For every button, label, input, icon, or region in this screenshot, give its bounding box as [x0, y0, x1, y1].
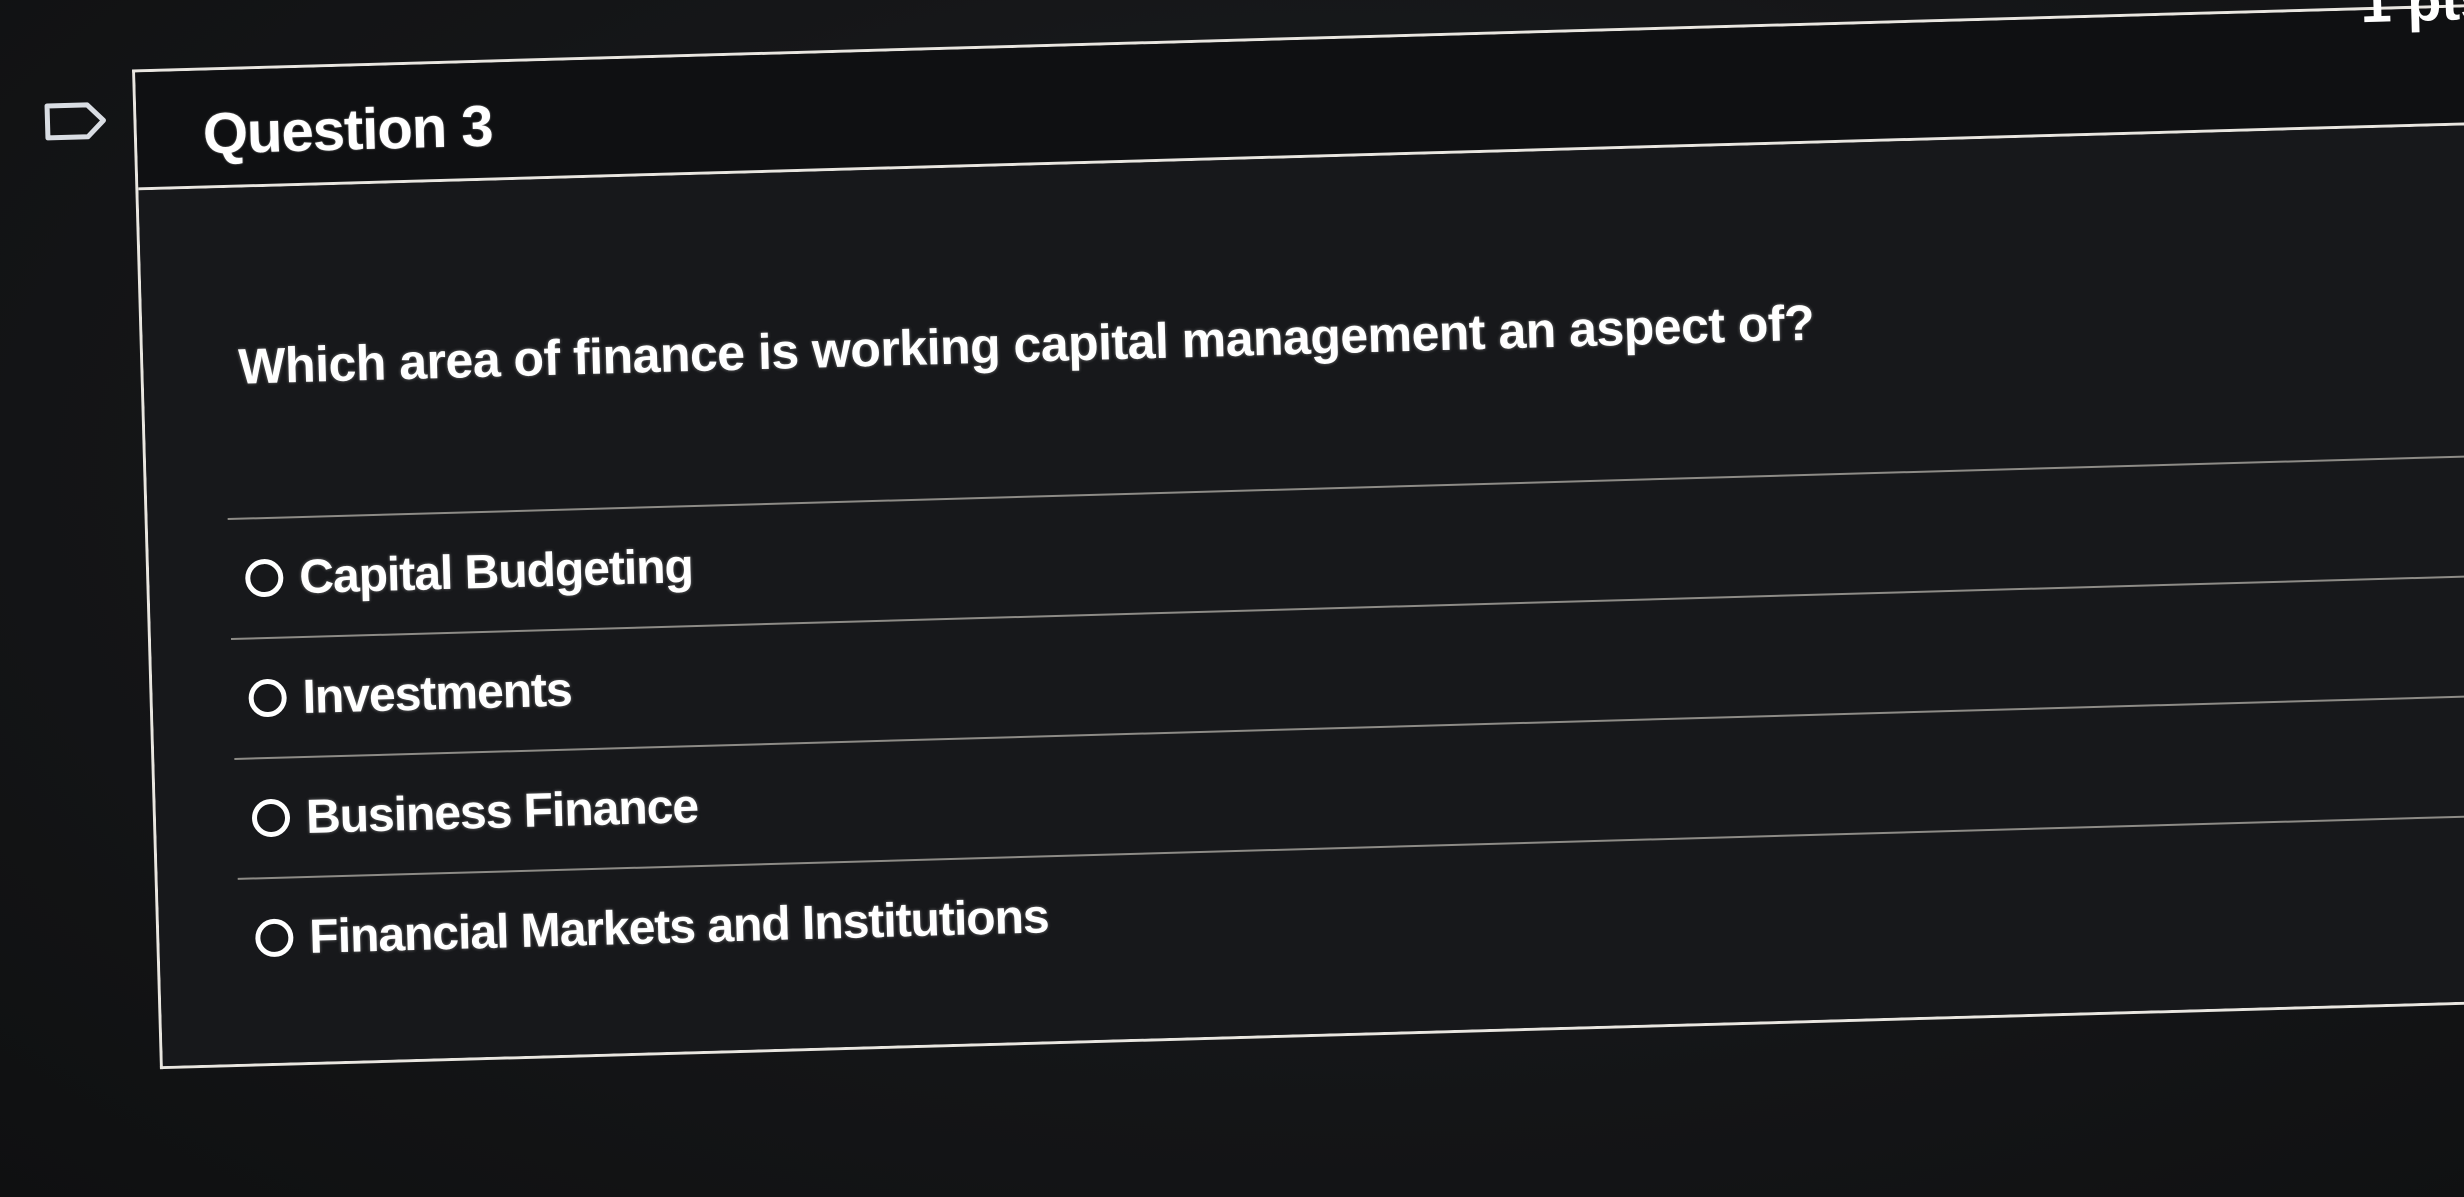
radio-button[interactable] — [248, 678, 288, 718]
question-body: Which area of finance is working capital… — [138, 122, 2464, 1067]
question-prompt: Which area of finance is working capital… — [237, 294, 1815, 395]
question-points: 1 pts — [2359, 0, 2464, 35]
answer-label[interactable]: Investments — [302, 662, 573, 724]
answer-label[interactable]: Capital Budgeting — [299, 539, 694, 605]
radio-button[interactable] — [251, 798, 291, 838]
question-card: Question 3 1 pts Which area of finance i… — [132, 0, 2464, 1070]
radio-button[interactable] — [244, 558, 284, 598]
screen: Question 3 1 pts Which area of finance i… — [0, 0, 2464, 1197]
question-title: Question 3 — [201, 93, 494, 167]
answer-label[interactable]: Financial Markets and Institutions — [309, 889, 1050, 965]
answer-label[interactable]: Business Finance — [305, 779, 699, 845]
answer-list: Capital Budgeting Investments Business F… — [227, 452, 2464, 998]
quiz-view: Question 3 1 pts Which area of finance i… — [0, 0, 2464, 1197]
radio-button[interactable] — [254, 918, 294, 958]
bookmark-flag-icon[interactable] — [43, 100, 110, 142]
